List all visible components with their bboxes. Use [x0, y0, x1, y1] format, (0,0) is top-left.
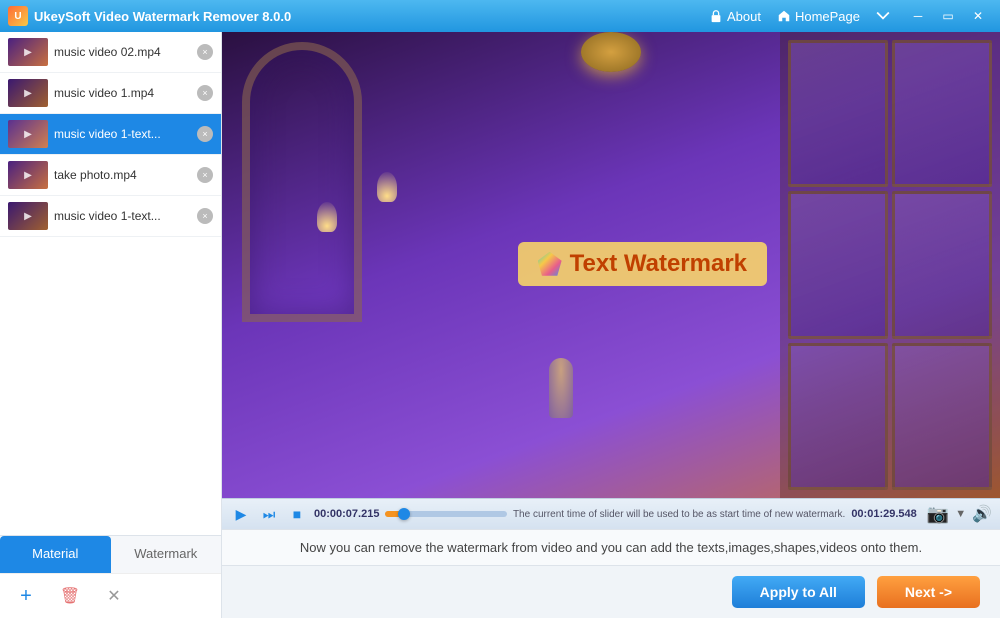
video-background: Text Watermark: [222, 32, 1000, 498]
file-name-label: music video 1.mp4: [54, 86, 191, 100]
progress-bar[interactable]: [385, 511, 507, 517]
file-thumbnail: ▶: [8, 202, 48, 230]
next-button[interactable]: Next ->: [877, 576, 980, 608]
file-thumbnail: ▶: [8, 161, 48, 189]
video-frame: Text Watermark 📷 ▼ T ▼ 🎞 ▼ ⬛: [222, 32, 1000, 498]
close-button[interactable]: ✕: [964, 5, 992, 27]
window-pane: [892, 40, 992, 187]
delete-file-button[interactable]: 🗑: [56, 582, 84, 610]
nav-links: About HomePage: [709, 9, 890, 24]
file-remove-button[interactable]: ×: [197, 167, 213, 183]
file-remove-button[interactable]: ×: [197, 44, 213, 60]
lock-icon: [709, 9, 723, 23]
controls-bar: ▶ ⏭ ■ 00:00:07.215 The current time of s…: [222, 498, 1000, 529]
tab-material[interactable]: Material: [0, 536, 111, 573]
file-name-label: music video 1-text...: [54, 127, 191, 141]
file-list-item[interactable]: ▶ music video 1-text... ×: [0, 196, 221, 237]
watermark-text-label: Text Watermark: [570, 250, 747, 278]
chandelier: [571, 32, 651, 152]
info-text: Now you can remove the watermark from vi…: [300, 540, 922, 555]
file-remove-button[interactable]: ×: [197, 208, 213, 224]
window-pane: [788, 343, 888, 490]
file-name-label: music video 1-text...: [54, 209, 191, 223]
footer: Apply to All Next ->: [222, 565, 1000, 618]
homepage-link[interactable]: HomePage: [777, 9, 860, 24]
file-name-label: take photo.mp4: [54, 168, 191, 182]
app-title: UkeySoft Video Watermark Remover 8.0.0: [34, 9, 703, 24]
titlebar: U UkeySoft Video Watermark Remover 8.0.0…: [0, 0, 1000, 32]
file-thumbnail: ▶: [8, 79, 48, 107]
step-forward-button[interactable]: ⏭: [258, 503, 280, 525]
volume-icon[interactable]: 🔊: [972, 504, 992, 524]
window-panes: [780, 32, 1000, 498]
window-pane: [892, 343, 992, 490]
stop-button[interactable]: ■: [286, 503, 308, 525]
watermark-overlay[interactable]: Text Watermark: [518, 242, 767, 286]
lamp-1: [377, 172, 397, 202]
file-list-item[interactable]: ▶ music video 1-text... ×: [0, 114, 221, 155]
home-icon: [777, 9, 791, 23]
play-button[interactable]: ▶: [230, 503, 252, 525]
minimize-button[interactable]: ─: [904, 5, 932, 27]
apply-to-all-button[interactable]: Apply to All: [732, 576, 865, 608]
restore-button[interactable]: ▭: [934, 5, 962, 27]
progress-hint: The current time of slider will be used …: [513, 509, 845, 520]
arch-decoration: [242, 42, 362, 322]
about-link[interactable]: About: [709, 9, 761, 24]
person-figure: [549, 358, 573, 418]
file-remove-button[interactable]: ×: [197, 126, 213, 142]
main-layout: ▶music video 02.mp4×▶music video 1.mp4×▶…: [0, 32, 1000, 618]
tab-watermark[interactable]: Watermark: [111, 536, 222, 573]
window-pane: [788, 191, 888, 338]
window-pane: [788, 40, 888, 187]
lamp-2: [317, 202, 337, 232]
app-icon: U: [8, 6, 28, 26]
add-file-button[interactable]: +: [12, 582, 40, 610]
current-time: 00:00:07.215: [314, 508, 379, 520]
chevron-down-icon: [876, 9, 890, 23]
file-thumbnail: ▶: [8, 120, 48, 148]
file-list: ▶music video 02.mp4×▶music video 1.mp4×▶…: [0, 32, 221, 237]
window-controls: ─ ▭ ✕: [904, 5, 992, 27]
file-name-label: music video 02.mp4: [54, 45, 191, 59]
camera-dropdown-icon[interactable]: ▼: [955, 508, 966, 520]
window-pane: [892, 191, 992, 338]
file-list-item[interactable]: ▶ music video 1.mp4 ×: [0, 73, 221, 114]
file-list-item[interactable]: ▶ music video 02.mp4 ×: [0, 32, 221, 73]
sidebar-actions: + 🗑 ✕: [0, 573, 221, 618]
file-thumbnail: ▶: [8, 38, 48, 66]
progress-handle[interactable]: [398, 508, 410, 520]
end-time: 00:01:29.548: [851, 508, 916, 520]
video-area: Text Watermark 📷 ▼ T ▼ 🎞 ▼ ⬛: [222, 32, 1000, 618]
tab-bar: Material Watermark: [0, 535, 221, 573]
file-remove-button[interactable]: ×: [197, 85, 213, 101]
screenshot-icon[interactable]: 📷: [927, 504, 949, 525]
sidebar: ▶music video 02.mp4×▶music video 1.mp4×▶…: [0, 32, 222, 618]
chandelier-body: [581, 32, 641, 72]
clear-files-button[interactable]: ✕: [100, 582, 128, 610]
watermark-logo-icon: [538, 252, 562, 276]
info-bar: Now you can remove the watermark from vi…: [222, 529, 1000, 565]
dropdown-link[interactable]: [876, 9, 890, 23]
file-list-item[interactable]: ▶ take photo.mp4 ×: [0, 155, 221, 196]
